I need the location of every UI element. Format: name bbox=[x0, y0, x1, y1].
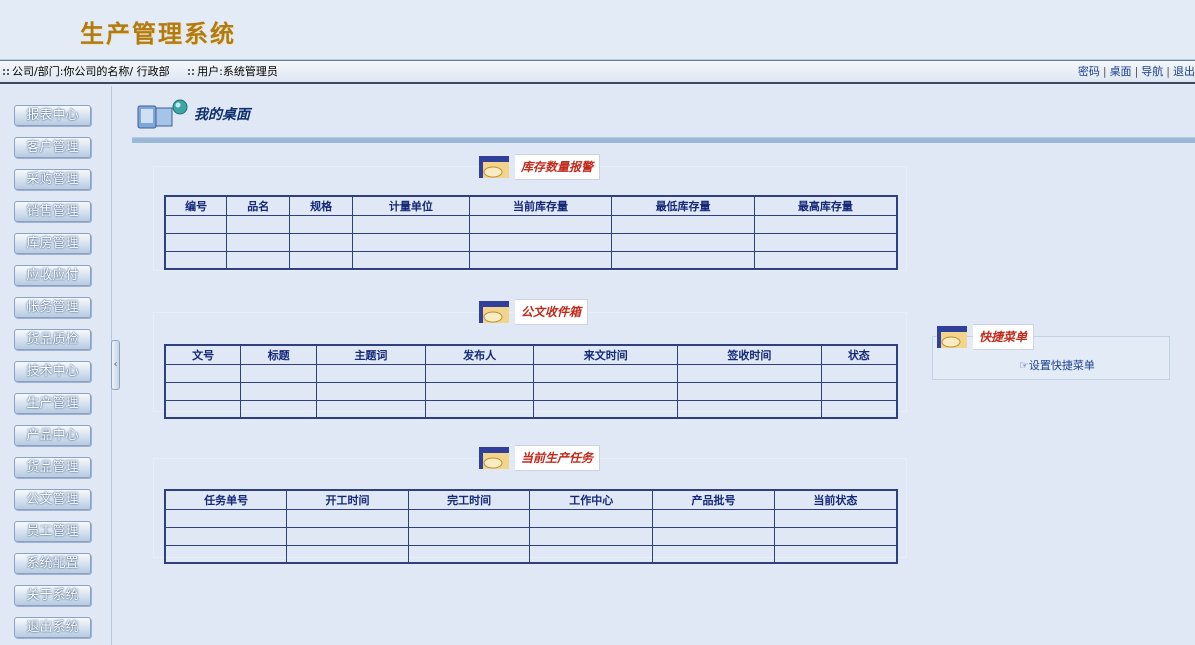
quick-menu-title-text: 快捷菜单 bbox=[973, 324, 1035, 350]
sidebar-item-quality[interactable]: 货品质检 bbox=[14, 329, 91, 350]
user-value: 系统管理员 bbox=[222, 65, 278, 78]
column-header: 规格 bbox=[289, 195, 353, 216]
table-row bbox=[164, 526, 898, 546]
documents-table: 文号 标题 主题词 发布人 来文时间 签收时间 状态 bbox=[164, 344, 898, 419]
column-header: 工作中心 bbox=[529, 489, 654, 510]
column-header: 当前库存量 bbox=[468, 195, 613, 216]
sidebar-item-about[interactable]: 关于系统 bbox=[14, 585, 91, 606]
sidebar-item-receivables[interactable]: 应收应付 bbox=[14, 265, 91, 286]
inventory-title: 库存数量报警 bbox=[515, 154, 601, 180]
folder-icon bbox=[937, 326, 967, 348]
column-header: 计量单位 bbox=[352, 195, 470, 216]
sidebar-item-tech-center[interactable]: 技术中心 bbox=[14, 361, 91, 382]
set-quick-menu-label: 设置快捷菜单 bbox=[1028, 359, 1095, 372]
column-header: 主题词 bbox=[316, 344, 426, 365]
sidebar-item-accounts[interactable]: 帐务管理 bbox=[14, 297, 91, 318]
info-bar-links: 密码 | 桌面 | 导航 | 退出 bbox=[1078, 61, 1195, 83]
column-header: 编号 bbox=[164, 195, 228, 216]
password-link[interactable]: 密码 bbox=[1078, 65, 1100, 78]
grid-dots-icon bbox=[187, 68, 196, 76]
sidebar-item-exit[interactable]: 退出系统 bbox=[14, 617, 91, 638]
sidebar-item-product-center[interactable]: 产品中心 bbox=[14, 425, 91, 446]
sidebar-item-production[interactable]: 生产管理 bbox=[14, 393, 91, 414]
grid-dots-icon bbox=[2, 68, 10, 76]
folder-icon bbox=[479, 447, 509, 469]
sidebar-item-employees[interactable]: 员工管理 bbox=[14, 521, 91, 542]
main-content: 我的桌面 库存数量报警 编号 品名 规格 计量单位 当前库存量 最低库存量 最高… bbox=[120, 86, 1195, 645]
link-divider: | bbox=[1134, 65, 1139, 78]
column-header: 标题 bbox=[240, 344, 318, 365]
production-title: 当前生产任务 bbox=[515, 445, 601, 471]
sidebar-item-system-config[interactable]: 系统配置 bbox=[14, 553, 91, 574]
column-header: 开工时间 bbox=[286, 489, 409, 510]
table-header-row: 编号 品名 规格 计量单位 当前库存量 最低库存量 最高库存量 bbox=[164, 195, 898, 216]
sidebar-item-report-center[interactable]: 报表中心 bbox=[14, 105, 91, 126]
pointing-hand-icon: ☞ bbox=[1019, 359, 1029, 372]
column-header: 来文时间 bbox=[533, 344, 679, 365]
desk-title: 我的桌面 bbox=[194, 107, 250, 123]
sidebar-item-warehouse[interactable]: 库房管理 bbox=[14, 233, 91, 254]
link-divider: | bbox=[1166, 65, 1170, 78]
documents-title: 公文收件箱 bbox=[515, 299, 589, 325]
column-header: 完工时间 bbox=[407, 489, 531, 510]
column-header: 最低库存量 bbox=[611, 195, 755, 216]
table-row bbox=[164, 508, 898, 528]
folder-icon bbox=[479, 301, 509, 323]
column-header: 发布人 bbox=[424, 344, 535, 365]
sidebar-item-customer[interactable]: 客户管理 bbox=[14, 137, 91, 158]
computer-icon bbox=[137, 99, 188, 129]
table-header-row: 文号 标题 主题词 发布人 来文时间 签收时间 状态 bbox=[164, 344, 898, 365]
desktop-link[interactable]: 桌面 bbox=[1110, 65, 1132, 78]
column-header: 文号 bbox=[164, 344, 242, 365]
column-header: 任务单号 bbox=[164, 489, 288, 510]
company-value: 你公司的名称/ 行政部 bbox=[63, 65, 170, 78]
table-row bbox=[164, 399, 898, 419]
column-header: 签收时间 bbox=[677, 344, 822, 365]
folder-icon bbox=[479, 156, 509, 178]
table-header-row: 任务单号 开工时间 完工时间 工作中心 产品批号 当前状态 bbox=[164, 489, 898, 510]
company-label: 公司/部门: bbox=[12, 65, 64, 78]
production-table: 任务单号 开工时间 完工时间 工作中心 产品批号 当前状态 bbox=[164, 489, 898, 564]
logout-link[interactable]: 退出 bbox=[1173, 65, 1195, 78]
table-row bbox=[164, 232, 898, 252]
link-divider: | bbox=[1102, 65, 1107, 78]
table-row bbox=[164, 250, 898, 270]
column-header: 产品批号 bbox=[652, 489, 775, 510]
column-header: 品名 bbox=[226, 195, 291, 216]
app-header: 生产管理系统 bbox=[0, 0, 1195, 60]
sidebar: 报表中心 客户管理 采购管理 销售管理 库房管理 应收应付 帐务管理 货品质检 … bbox=[0, 86, 112, 645]
column-header: 最高库存量 bbox=[753, 195, 898, 216]
app-title: 生产管理系统 bbox=[80, 19, 236, 48]
table-row bbox=[164, 214, 898, 234]
info-bar: 公司/部门:你公司的名称/ 行政部 用户:系统管理员 密码 | 桌面 | 导航 | 退出 bbox=[0, 60, 1195, 84]
inventory-table: 编号 品名 规格 计量单位 当前库存量 最低库存量 最高库存量 bbox=[164, 195, 898, 270]
column-header: 状态 bbox=[820, 344, 898, 365]
sidebar-collapse-handle[interactable]: ‹ bbox=[111, 340, 120, 390]
info-bar-left: 公司/部门:你公司的名称/ 行政部 用户:系统管理员 bbox=[2, 61, 292, 83]
navigation-link[interactable]: 导航 bbox=[1141, 65, 1163, 78]
sidebar-item-sales[interactable]: 销售管理 bbox=[14, 201, 91, 222]
table-row bbox=[164, 544, 898, 564]
user-label: 用户: bbox=[197, 65, 223, 78]
table-row bbox=[164, 381, 898, 401]
set-quick-menu-link[interactable]: ☞设置快捷菜单 bbox=[1019, 357, 1095, 373]
sidebar-item-goods[interactable]: 货品管理 bbox=[14, 457, 91, 478]
sidebar-item-documents[interactable]: 公文管理 bbox=[14, 489, 91, 510]
column-header: 当前状态 bbox=[773, 489, 898, 510]
sidebar-item-purchasing[interactable]: 采购管理 bbox=[14, 169, 91, 190]
desk-divider-bar bbox=[132, 137, 1195, 143]
table-row bbox=[164, 363, 898, 383]
